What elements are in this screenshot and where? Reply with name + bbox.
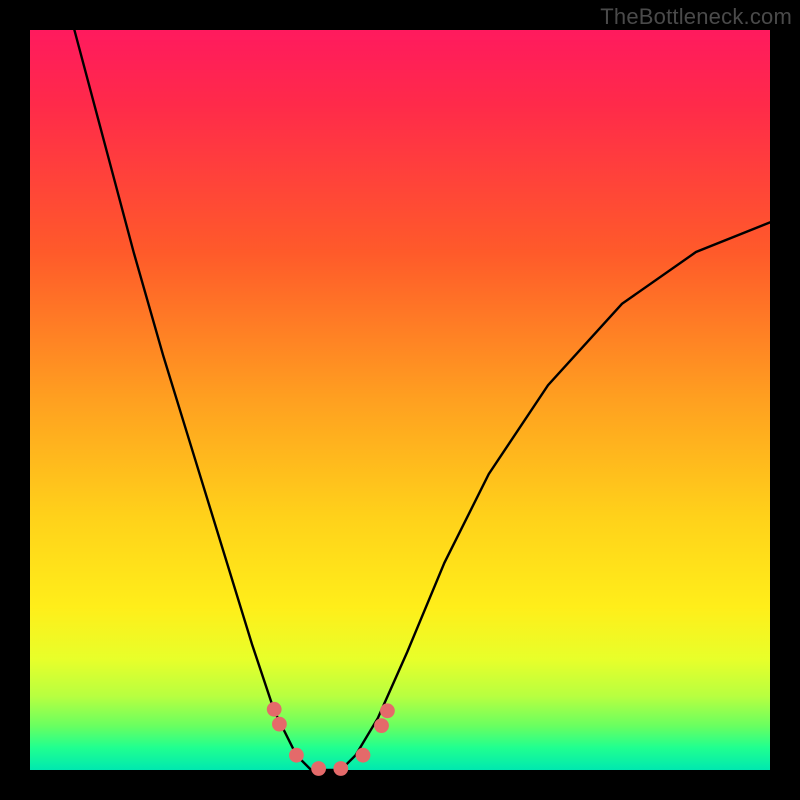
curve-marker [311, 761, 326, 776]
curve-marker [333, 761, 348, 776]
chart-plot-area [30, 30, 770, 770]
chart-frame: TheBottleneck.com [0, 0, 800, 800]
watermark-text: TheBottleneck.com [600, 4, 792, 30]
curve-marker [289, 748, 304, 763]
chart-svg [30, 30, 770, 770]
curve-marker [272, 717, 287, 732]
curve-marker [356, 748, 371, 763]
bottleneck-curve [74, 30, 770, 770]
curve-marker [380, 703, 395, 718]
curve-marker [374, 718, 389, 733]
curve-markers [267, 702, 395, 776]
curve-marker [267, 702, 282, 717]
